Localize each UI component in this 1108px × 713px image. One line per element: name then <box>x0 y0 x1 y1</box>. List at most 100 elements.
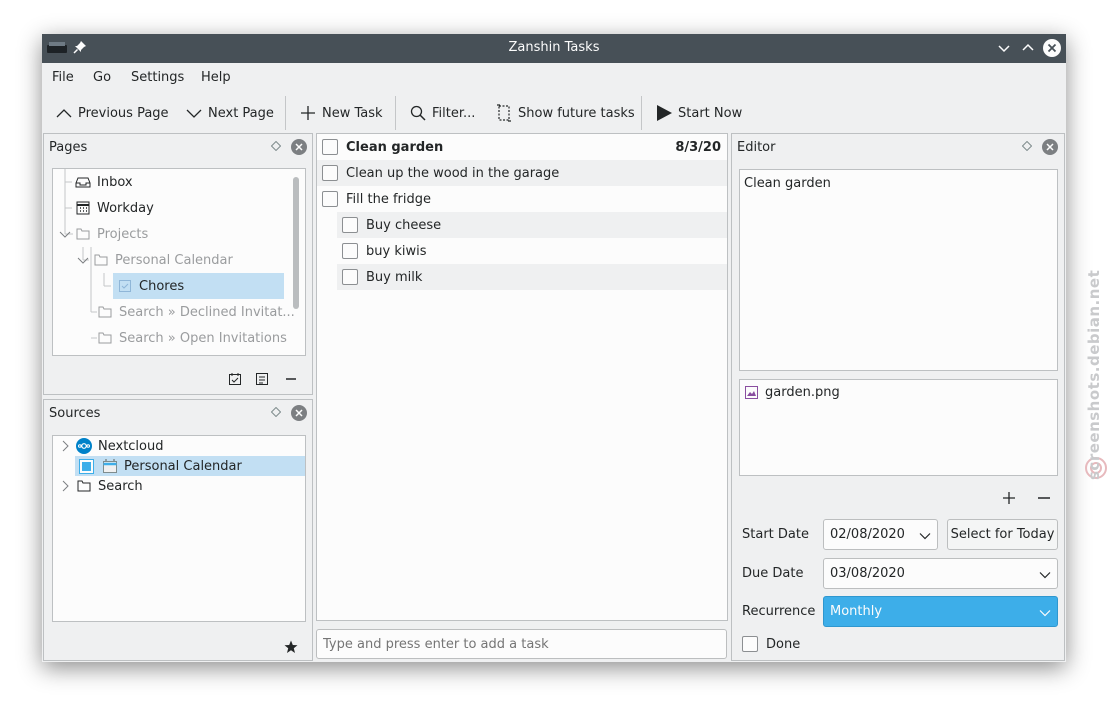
source-checkbox[interactable] <box>79 458 94 474</box>
source-item-label: Personal Calendar <box>124 458 242 474</box>
task-row[interactable]: Buy cheese <box>337 212 727 238</box>
task-checkbox[interactable] <box>322 139 338 155</box>
chevron-down-icon[interactable] <box>59 228 71 240</box>
page-item-label: Projects <box>97 226 149 242</box>
page-item-projects[interactable]: Projects <box>59 221 148 247</box>
show-future-tasks-toggle[interactable]: Show future tasks <box>496 102 635 124</box>
previous-page-label: Previous Page <box>78 105 169 121</box>
filter-button[interactable]: Filter... <box>410 102 475 124</box>
toolbar-separator <box>395 96 396 130</box>
float-icon[interactable] <box>271 141 281 151</box>
pages-tree: Inbox Workday Projects Personal Calendar… <box>52 168 306 356</box>
page-item-label: Inbox <box>97 174 133 190</box>
chevron-up-icon <box>56 109 72 118</box>
chevron-down-icon <box>919 533 931 540</box>
attachment-item[interactable]: garden.png <box>745 385 840 400</box>
maximize-icon[interactable] <box>1019 39 1037 57</box>
done-checkbox[interactable] <box>742 636 758 652</box>
menu-go[interactable]: Go <box>93 70 111 85</box>
task-description-text: Clean garden <box>744 176 831 191</box>
sources-dock: Sources Nextcloud Personal Calendar Sear… <box>43 399 313 661</box>
task-title: buy kiwis <box>366 243 427 259</box>
chevron-down-icon <box>186 109 202 118</box>
menu-settings[interactable]: Settings <box>131 70 184 85</box>
attachment-name: garden.png <box>765 385 840 400</box>
task-checkbox[interactable] <box>322 191 338 207</box>
folder-icon <box>77 480 91 492</box>
task-checkbox[interactable] <box>342 269 358 285</box>
play-icon <box>657 105 672 121</box>
menu-bar: File Go Settings Help <box>42 63 1066 93</box>
quick-add-task-input[interactable] <box>316 629 727 659</box>
close-dock-icon[interactable] <box>291 405 307 421</box>
menu-file[interactable]: File <box>52 70 74 85</box>
start-date-label: Start Date <box>742 527 809 542</box>
page-item-inbox[interactable]: Inbox <box>75 169 133 195</box>
task-row[interactable]: Fill the fridge <box>317 186 727 212</box>
close-dock-icon[interactable] <box>1042 139 1058 155</box>
remove-attachment-icon[interactable] <box>1037 491 1051 505</box>
previous-page-button[interactable]: Previous Page <box>56 102 169 124</box>
done-checkbox-row[interactable]: Done <box>742 636 800 652</box>
float-icon[interactable] <box>271 407 281 417</box>
page-item-label: Personal Calendar <box>115 252 233 268</box>
future-tasks-icon <box>497 104 511 122</box>
toolbar-separator <box>285 96 286 130</box>
page-item-chores[interactable]: Chores <box>113 273 284 299</box>
page-item-personal-calendar[interactable]: Personal Calendar <box>77 247 233 273</box>
source-item-search[interactable]: Search <box>59 476 143 496</box>
app-window: Zanshin Tasks File Go Settings Help Prev… <box>42 34 1066 662</box>
page-item-declined-invitations[interactable]: Search » Declined Invitat... <box>97 299 295 325</box>
task-checkbox[interactable] <box>342 243 358 259</box>
add-context-icon[interactable] <box>255 372 269 386</box>
task-row[interactable]: buy kiwis <box>337 238 727 264</box>
title-bar[interactable]: Zanshin Tasks <box>42 34 1066 63</box>
due-date-field[interactable]: 03/08/2020 <box>823 558 1058 589</box>
sources-tree: Nextcloud Personal Calendar Search <box>52 435 306 622</box>
task-checkbox[interactable] <box>342 217 358 233</box>
close-icon[interactable] <box>1043 39 1061 57</box>
source-item-nextcloud[interactable]: Nextcloud <box>59 436 164 456</box>
task-row[interactable]: Clean up the wood in the garage <box>317 160 727 186</box>
chevron-right-icon[interactable] <box>59 480 71 492</box>
watermark-text: screenshots.debian.net <box>1085 269 1103 480</box>
remove-icon[interactable] <box>284 372 298 386</box>
due-date-label: Due Date <box>742 566 804 581</box>
main-toolbar: Previous Page Next Page New Task Filter.… <box>42 93 1066 133</box>
source-item-label: Search <box>98 478 143 494</box>
task-row[interactable]: Clean garden 8/3/20 <box>317 134 727 160</box>
folder-icon <box>94 254 108 266</box>
chevron-down-icon <box>1039 610 1051 617</box>
recurrence-value: Monthly <box>830 604 883 619</box>
next-page-button[interactable]: Next Page <box>186 102 274 124</box>
task-description-editor[interactable]: Clean garden <box>739 169 1058 371</box>
plus-icon <box>301 106 315 120</box>
page-item-workday[interactable]: Workday <box>75 195 154 221</box>
start-now-button[interactable]: Start Now <box>656 102 742 124</box>
toolbar-separator <box>641 96 642 130</box>
close-dock-icon[interactable] <box>291 139 307 155</box>
add-attachment-icon[interactable] <box>1002 491 1016 505</box>
new-task-button[interactable]: New Task <box>300 102 383 124</box>
recurrence-select[interactable]: Monthly <box>823 596 1058 627</box>
source-item-personal-calendar[interactable]: Personal Calendar <box>75 456 305 476</box>
pages-scrollbar[interactable] <box>293 177 299 309</box>
filter-label: Filter... <box>432 105 476 121</box>
calendar-icon <box>76 201 90 215</box>
select-for-today-button[interactable]: Select for Today <box>947 519 1058 550</box>
float-icon[interactable] <box>1022 141 1032 151</box>
task-row[interactable]: Buy milk <box>337 264 727 290</box>
page-item-open-invitations[interactable]: Search » Open Invitations <box>97 325 287 351</box>
start-date-field[interactable]: 02/08/2020 <box>823 519 938 550</box>
star-icon[interactable] <box>284 640 298 654</box>
menu-help[interactable]: Help <box>201 70 231 85</box>
nextcloud-icon <box>76 438 92 454</box>
chevron-down-icon[interactable] <box>77 254 89 266</box>
chevron-right-icon[interactable] <box>59 440 71 452</box>
add-project-icon[interactable] <box>228 372 242 386</box>
minimize-icon[interactable] <box>995 39 1013 57</box>
task-title: Buy cheese <box>366 217 442 233</box>
task-checkbox[interactable] <box>322 165 338 181</box>
folder-icon <box>76 228 90 240</box>
new-task-label: New Task <box>322 105 383 121</box>
